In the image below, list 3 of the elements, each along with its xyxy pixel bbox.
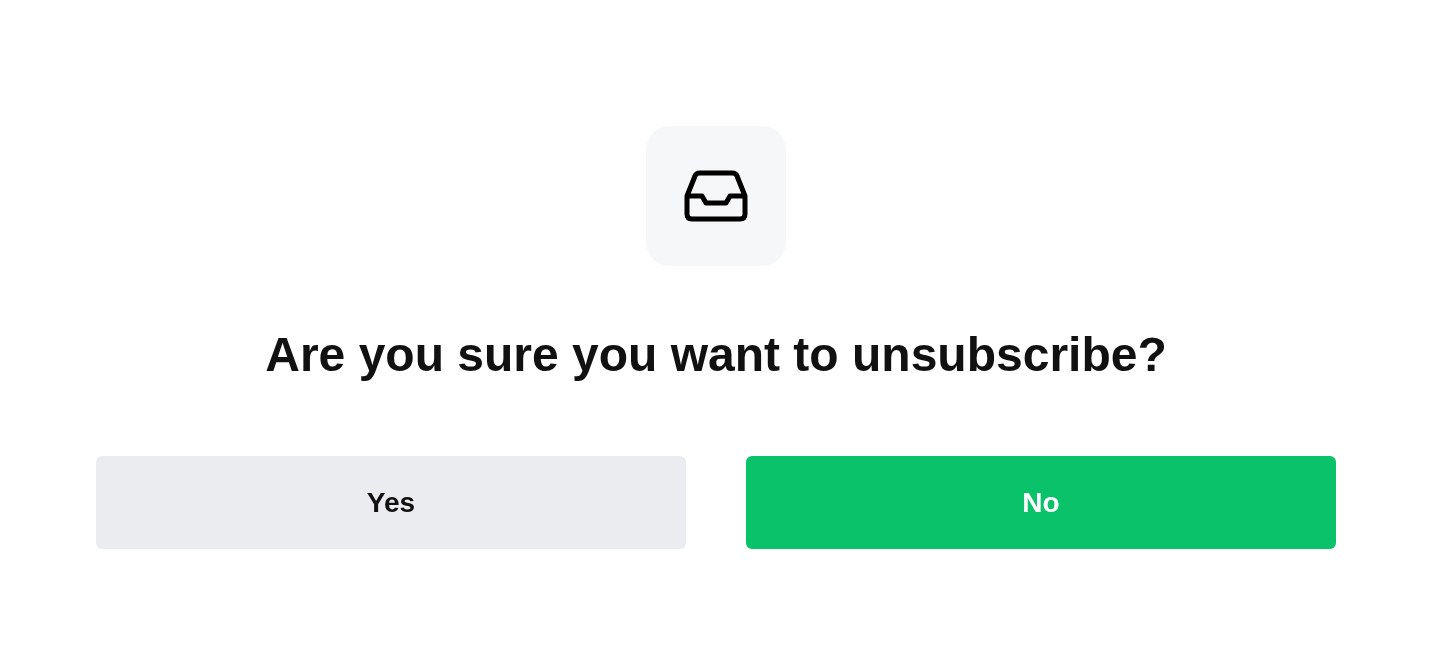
yes-button[interactable]: Yes <box>96 456 686 549</box>
heading: Are you sure you want to unsubscribe? <box>265 327 1167 383</box>
inbox-icon <box>684 170 748 222</box>
